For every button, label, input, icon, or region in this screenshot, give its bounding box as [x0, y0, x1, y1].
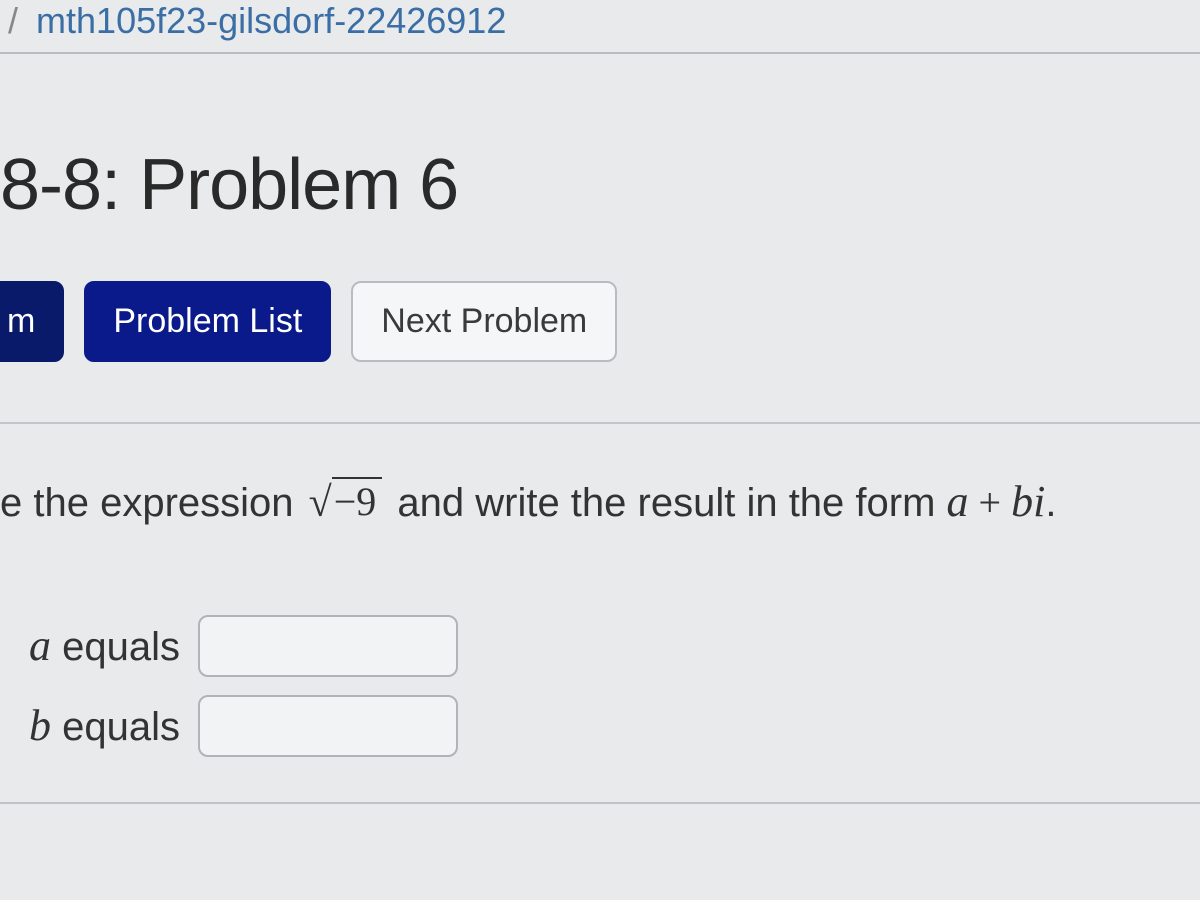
breadcrumb: / mth105f23-gilsdorf-22426912: [0, 0, 1200, 54]
problem-content: 8-8: Problem 6 m Problem List Next Probl…: [0, 144, 1200, 804]
answer-var-b: b: [29, 701, 51, 750]
answer-row-b: b equals: [0, 695, 1200, 757]
form-period: .: [1045, 481, 1056, 525]
form-plus: +: [969, 480, 1012, 525]
answer-row-a: a equals: [0, 615, 1200, 677]
problem-text-prefix: e the expression: [0, 481, 305, 525]
answer-var-a: a: [29, 621, 51, 670]
problem-text-mid: and write the result in the form: [386, 481, 946, 525]
problem-nav: m Problem List Next Problem: [0, 281, 1200, 362]
sqrt-radicand: −9: [332, 477, 383, 524]
answer-input-b[interactable]: [198, 695, 458, 757]
divider: [0, 802, 1200, 804]
problem-statement: e the expression √−9 and write the resul…: [0, 422, 1200, 585]
form-a: a: [947, 477, 969, 526]
previous-problem-button[interactable]: m: [0, 281, 64, 362]
next-problem-button[interactable]: Next Problem: [351, 281, 617, 362]
sqrt-icon: √: [309, 480, 332, 526]
answer-input-a[interactable]: [198, 615, 458, 677]
sqrt-expression: √−9: [309, 472, 383, 535]
page-title: 8-8: Problem 6: [0, 144, 1200, 226]
breadcrumb-course[interactable]: mth105f23-gilsdorf-22426912: [36, 0, 506, 41]
answer-word-b: equals: [51, 705, 180, 749]
answer-block: a equals b equals: [0, 615, 1200, 757]
form-bi: bi: [1011, 477, 1045, 526]
answer-word-a: equals: [51, 625, 180, 669]
problem-list-button[interactable]: Problem List: [84, 281, 331, 362]
answer-label-a: a equals: [0, 620, 180, 671]
answer-label-b: b equals: [0, 700, 180, 751]
breadcrumb-separator: /: [8, 0, 18, 41]
